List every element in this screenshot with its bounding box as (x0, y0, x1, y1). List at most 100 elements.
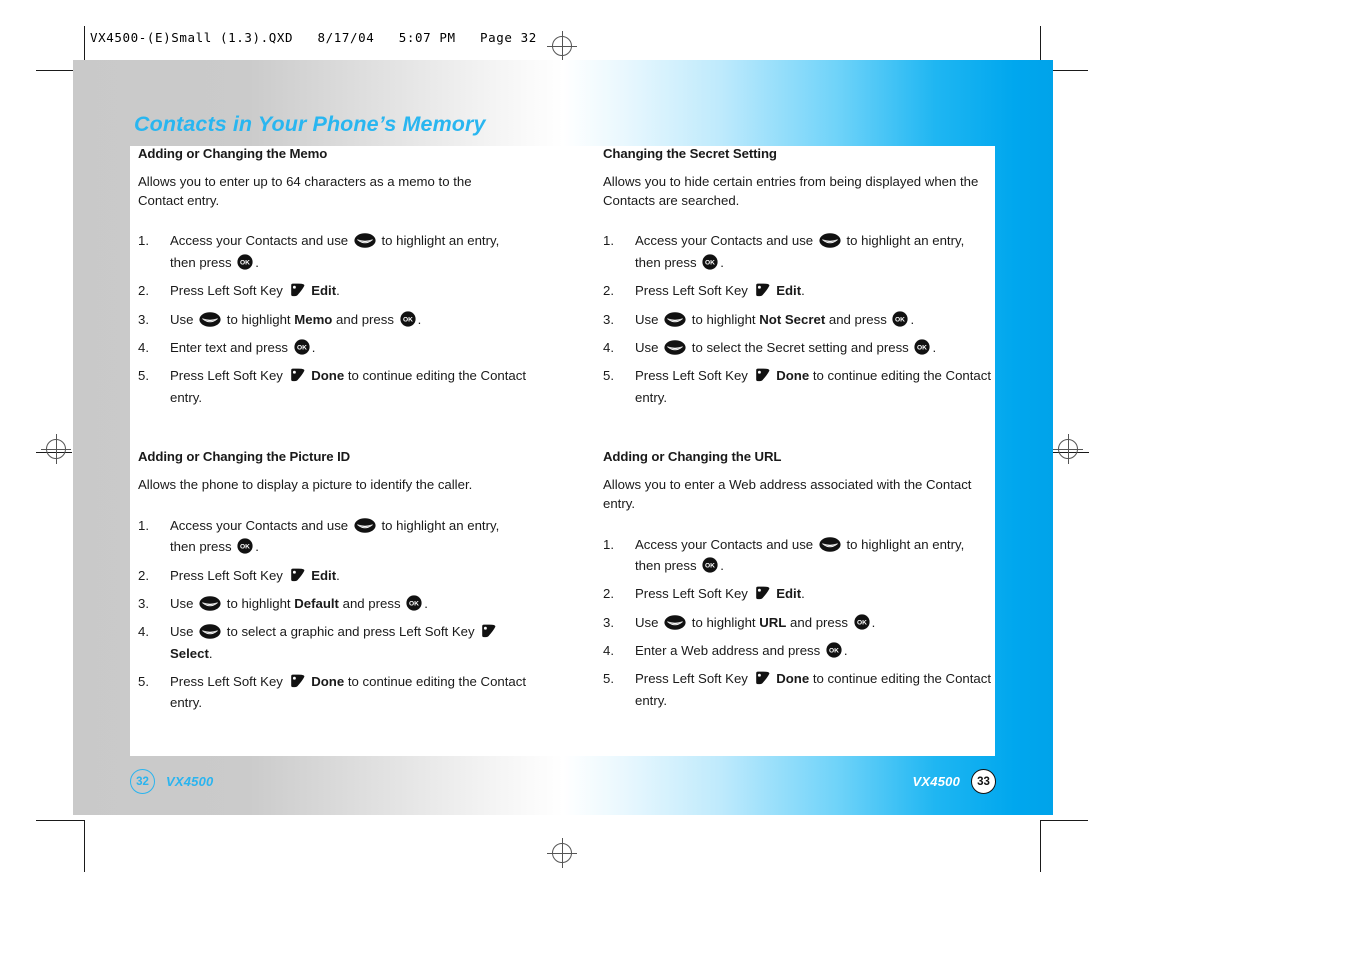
step-item: Press Left Soft Key Edit. (603, 280, 805, 302)
section-description: Allows you to hide certain entries from … (603, 174, 979, 208)
step-item: Use to highlight Memo and press OK. (138, 309, 422, 331)
registration-mark-left (41, 434, 71, 464)
step-item: Press Left Soft Key Edit. (138, 565, 340, 587)
svg-text:OK: OK (403, 316, 413, 323)
folio-left: 32 VX4500 (130, 769, 213, 794)
left-soft-key-icon (754, 367, 771, 383)
emphasis-text: Done (307, 368, 345, 384)
step-item: Access your Contacts and use to highligh… (603, 534, 965, 573)
ok-key-icon: OK (914, 339, 931, 355)
ok-key-icon: OK (406, 595, 422, 611)
navigation-key-icon (199, 311, 221, 327)
step-item: Access your Contacts and use to highligh… (603, 230, 965, 270)
step-item: Use to highlight Default and press OK. (138, 593, 428, 615)
svg-text:OK: OK (240, 259, 250, 266)
crop-mark-bottom-left-horizontal (36, 820, 84, 821)
navigation-key-icon (819, 233, 841, 249)
section-heading: Adding or Changing the Memo (138, 146, 328, 161)
section-description: Allows the phone to display a picture to… (138, 477, 473, 493)
step-item: Press Left Soft Key Done to continue edi… (138, 365, 527, 405)
navigation-key-icon (664, 614, 686, 630)
step-item: Access your Contacts and use to highligh… (138, 230, 500, 270)
right-column: Changing the Secret Setting Allows you to… (603, 146, 993, 752)
navigation-key-icon (664, 340, 686, 355)
chapter-title-band: Contacts in Your Phone’s Memory (73, 60, 1053, 146)
step-item: Use to highlight Not Secret and press OK… (603, 309, 915, 331)
emphasis-text: Edit (307, 283, 337, 299)
navigation-key-icon (354, 233, 376, 249)
svg-text:OK: OK (917, 345, 927, 352)
left-soft-key-icon (754, 282, 771, 298)
navigation-key-icon (664, 311, 686, 327)
emphasis-text: Edit (307, 567, 337, 583)
step-list: Access your Contacts and use to highligh… (138, 230, 528, 408)
emphasis-text: Done (772, 671, 810, 687)
crop-mark-bottom-right-vertical (1040, 820, 1041, 872)
content-panel: Adding or Changing the Memo Allows you to… (130, 146, 995, 756)
ok-key-icon: OK (237, 538, 253, 554)
step-item: Enter text and press OK. (138, 337, 316, 359)
crop-mark-bottom-right-horizontal (1040, 820, 1088, 821)
step-item: Press Left Soft Key Edit. (603, 583, 805, 605)
svg-text:OK: OK (896, 316, 906, 323)
navigation-key-icon (199, 596, 221, 611)
printed-spread: Contacts in Your Phone’s Memory Adding o… (73, 60, 1053, 815)
navigation-key-icon (354, 518, 376, 533)
left-soft-key-icon (289, 567, 306, 583)
left-soft-key-icon (754, 585, 771, 601)
navigation-key-icon (819, 536, 841, 552)
step-item: Access your Contacts and use to highligh… (138, 515, 500, 555)
left-soft-key-icon (289, 367, 306, 383)
emphasis-text: Done (772, 368, 810, 384)
left-column: Adding or Changing the Memo Allows you to… (138, 146, 528, 755)
svg-text:OK: OK (829, 648, 839, 655)
emphasis-text: Edit (772, 586, 802, 602)
step-item: Use to select the Secret setting and pre… (603, 337, 937, 359)
brand-label-left: VX4500 (166, 774, 214, 789)
ok-key-icon: OK (294, 339, 310, 355)
svg-text:OK: OK (857, 619, 867, 626)
ok-key-icon: OK (400, 310, 416, 327)
section-heading: Changing the Secret Setting (603, 146, 777, 161)
registration-mark-right (1053, 434, 1083, 464)
section-secret-setting: Changing the Secret Setting Allows you to… (603, 146, 993, 408)
folio-right: VX4500 33 (913, 769, 996, 794)
ok-key-icon: OK (237, 254, 253, 270)
step-item: Enter a Web address and press OK. (603, 640, 848, 662)
emphasis-text: Select (170, 645, 209, 661)
section-memo: Adding or Changing the Memo Allows you to… (138, 146, 528, 408)
svg-text:OK: OK (240, 544, 250, 551)
navigation-key-icon (199, 624, 221, 640)
step-list: Access your Contacts and use to highligh… (138, 515, 528, 714)
step-list: Access your Contacts and use to highligh… (603, 534, 993, 712)
crop-mark-bottom-left-vertical (84, 820, 85, 872)
page-title: Contacts in Your Phone’s Memory (134, 112, 486, 136)
page-number-left: 32 (130, 769, 155, 794)
emphasis-text: Memo (294, 311, 333, 327)
svg-text:OK: OK (705, 563, 715, 570)
section-heading: Adding or Changing the URL (603, 449, 782, 465)
ok-key-icon: OK (854, 614, 870, 630)
footer-band: 32 VX4500 VX4500 33 (73, 756, 1053, 815)
emphasis-text: Not Secret (759, 311, 826, 327)
emphasis-text: Edit (772, 283, 802, 299)
svg-text:OK: OK (705, 259, 715, 266)
registration-mark-bottom (547, 838, 577, 868)
left-soft-key-icon (289, 673, 306, 689)
step-item: Press Left Soft Key Done to continue edi… (603, 365, 992, 405)
emphasis-text: Done (307, 674, 345, 690)
section-picture-id: Adding or Changing the Picture ID Allows … (138, 449, 528, 714)
step-item: Press Left Soft Key Edit. (138, 280, 340, 302)
section-heading: Adding or Changing the Picture ID (138, 449, 351, 465)
file-slug-line: VX4500-(E)Small (1.3).QXD 8/17/04 5:07 P… (90, 30, 537, 45)
emphasis-text: Default (294, 595, 339, 611)
left-soft-key-icon (754, 670, 771, 686)
step-item: Press Left Soft Key Done to continue edi… (138, 671, 527, 711)
section-url: Adding or Changing the URL Allows you to … (603, 449, 993, 711)
ok-key-icon: OK (826, 642, 842, 658)
svg-text:OK: OK (297, 345, 307, 352)
